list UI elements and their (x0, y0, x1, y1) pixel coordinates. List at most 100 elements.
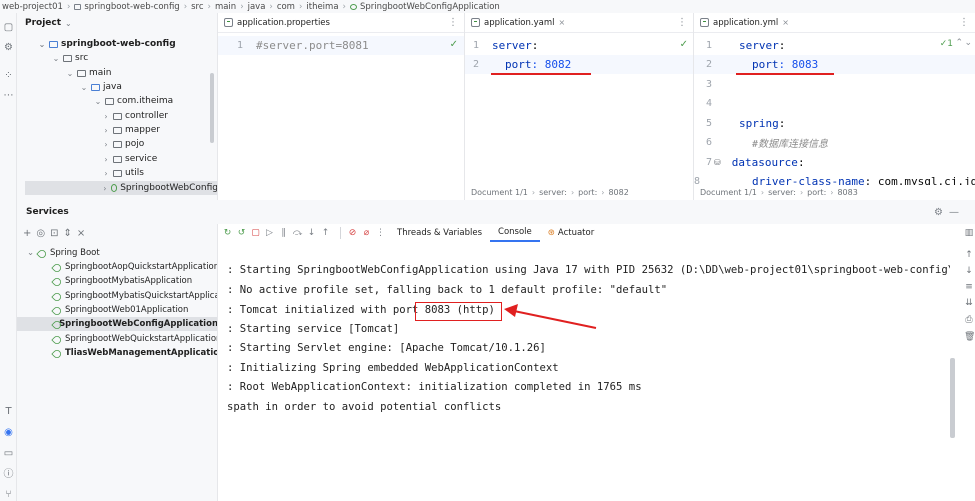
breadcrumb-item[interactable]: java (248, 2, 266, 12)
settings-icon[interactable]: ⚙ (934, 207, 949, 218)
breadcrumb-item[interactable]: src (191, 2, 203, 12)
scroll-up-icon[interactable]: ↑ (964, 250, 974, 260)
code-line[interactable]: 3 (694, 75, 975, 94)
tree-item-utils[interactable]: › utils (101, 166, 144, 180)
service-item[interactable]: TliasWebManagementApplication (52, 346, 217, 360)
close-icon[interactable]: × (558, 18, 565, 27)
code-line[interactable]: 1 #server.port=8081 (218, 36, 464, 55)
tab-actuator[interactable]: ⊛ Actuator (540, 224, 602, 242)
mute-breakpoints-icon[interactable]: ⌀ (361, 228, 372, 238)
scrollbar[interactable] (210, 73, 214, 143)
collapse-icon[interactable]: × (77, 228, 90, 239)
code-line[interactable]: 6 #数据库连接信息 (694, 133, 975, 152)
tree-item-mapper[interactable]: › mapper (101, 123, 160, 137)
service-item[interactable]: SpringbootWeb01Application (52, 303, 188, 317)
service-item[interactable]: SpringbootMybatisApplication (52, 274, 192, 288)
tree-item-java[interactable]: ⌄ java (79, 80, 122, 94)
chevron-down-icon[interactable]: ⌄ (79, 83, 89, 92)
project-panel-header[interactable]: Project ⌄ (17, 13, 217, 33)
tree-item-pojo[interactable]: › pojo (101, 137, 144, 151)
chevron-right-icon[interactable]: › (101, 126, 111, 135)
pause-icon[interactable]: ∥ (278, 228, 289, 238)
breadcrumb-item[interactable]: SpringbootWebConfigApplication (360, 2, 500, 12)
chevron-down-icon[interactable]: ⌄ (65, 69, 75, 78)
code-line[interactable]: 7 ⛁ datasource: (694, 153, 975, 172)
tree-item-package[interactable]: ⌄ com.itheima (93, 94, 174, 108)
step-out-icon[interactable]: ↑ (320, 228, 331, 238)
step-over-icon[interactable]: ⤼ (292, 228, 303, 238)
resume-icon[interactable]: ▷ (264, 228, 275, 238)
tab-application-yaml[interactable]: application.yaml (484, 18, 554, 28)
service-item[interactable]: SpringbootMybatisQuickstartApplication (52, 289, 217, 303)
console-output[interactable]: : Starting SpringbootWebConfigApplicatio… (218, 258, 950, 501)
new-group-icon[interactable]: ⊡ (50, 228, 63, 239)
more-icon[interactable]: ⋮ (375, 228, 386, 238)
add-icon[interactable]: + (23, 228, 36, 239)
step-into-icon[interactable]: ↓ (306, 228, 317, 238)
more-icon[interactable]: ⋮ (448, 17, 458, 28)
breadcrumb-item[interactable]: com (277, 2, 295, 12)
chevron-down-icon[interactable]: ⌄ (37, 40, 47, 49)
layout-icon[interactable]: ▥ (964, 228, 974, 238)
minimize-icon[interactable]: — (949, 207, 965, 218)
structure-icon[interactable]: ⁘ (2, 69, 15, 82)
rerun-debug-icon[interactable]: ↺ (236, 228, 247, 238)
chevron-right-icon[interactable]: › (101, 169, 111, 178)
status-path-item[interactable]: server: (768, 188, 796, 197)
service-item[interactable]: SpringbootAopQuickstartApplication (52, 260, 217, 274)
scroll-down-icon[interactable]: ↓ (964, 266, 974, 276)
tree-item-module[interactable]: ⌄ springboot-web-config (37, 37, 176, 51)
chevron-down-icon[interactable]: ⌄ (93, 97, 103, 106)
breakpoints-icon[interactable]: ⊘ (347, 228, 358, 238)
git-icon[interactable]: ⑂ (2, 488, 15, 501)
chevron-right-icon[interactable]: › (101, 140, 111, 149)
status-document[interactable]: Document 1/1 (471, 188, 528, 197)
breadcrumb-item[interactable]: itheima (306, 2, 338, 12)
database-icon[interactable]: ⛁ (714, 158, 721, 167)
scroll-to-end-icon[interactable]: ⇊ (964, 298, 974, 308)
scrollbar[interactable] (950, 358, 955, 438)
expand-icon[interactable]: ⇕ (64, 228, 77, 239)
tree-item-service[interactable]: › service (101, 152, 157, 166)
service-group-spring-boot[interactable]: ⌄ Spring Boot (27, 246, 100, 260)
chevron-down-icon[interactable]: ⌄ (65, 19, 72, 28)
status-path-item[interactable]: 8082 (608, 188, 628, 197)
tab-application-properties[interactable]: application.properties (237, 18, 330, 28)
tree-item-src[interactable]: ⌄ src (51, 51, 89, 65)
chevron-right-icon[interactable]: › (101, 112, 111, 121)
tab-application-yml[interactable]: application.yml (713, 18, 778, 28)
close-icon[interactable]: × (782, 18, 789, 27)
status-path-item[interactable]: 8083 (837, 188, 857, 197)
settings-icon[interactable]: ⚙ (2, 41, 15, 54)
problems-icon[interactable]: ⓘ (2, 468, 15, 481)
tree-item-controller[interactable]: › controller (101, 109, 168, 123)
breadcrumb-item[interactable]: web-project01 (2, 2, 63, 12)
tree-item-main[interactable]: ⌄ main (65, 66, 112, 80)
code-line[interactable]: 5 spring: (694, 114, 975, 133)
service-item-selected[interactable]: SpringbootWebConfigApplication (17, 317, 217, 331)
stop-icon[interactable]: ▢ (250, 228, 261, 238)
status-path-item[interactable]: server: (539, 188, 567, 197)
tab-threads-variables[interactable]: Threads & Variables (389, 224, 490, 242)
soft-wrap-icon[interactable]: ≡ (964, 282, 974, 292)
more-icon[interactable]: ⋮ (677, 17, 687, 28)
more-icon[interactable]: ⋮ (959, 17, 969, 28)
tree-item-application-class[interactable]: › SpringbootWebConfig (25, 181, 217, 195)
code-line[interactable]: 1 server: (465, 36, 693, 55)
code-line[interactable]: 2 port: 8082 (465, 55, 693, 74)
terminal-icon[interactable]: ▭ (2, 447, 15, 460)
services-icon[interactable]: ◉ (2, 426, 15, 439)
text-icon[interactable]: T (2, 405, 15, 418)
service-item[interactable]: SpringbootWebQuickstartApplication (52, 332, 217, 346)
chevron-right-icon[interactable]: › (101, 184, 109, 193)
tab-console[interactable]: Console (490, 224, 540, 242)
chevron-down-icon[interactable]: ⌄ (51, 54, 61, 63)
rerun-icon[interactable]: ↻ (222, 228, 233, 238)
breadcrumb-item[interactable]: main (215, 2, 236, 12)
project-folder-icon[interactable]: ▢ (2, 21, 15, 34)
more-icon[interactable]: ⋯ (2, 89, 15, 102)
status-document[interactable]: Document 1/1 (700, 188, 757, 197)
breadcrumb-item[interactable]: springboot-web-config (84, 2, 179, 12)
code-line[interactable]: 2 port: 8083 (694, 55, 975, 74)
code-line[interactable]: 4 (694, 94, 975, 113)
